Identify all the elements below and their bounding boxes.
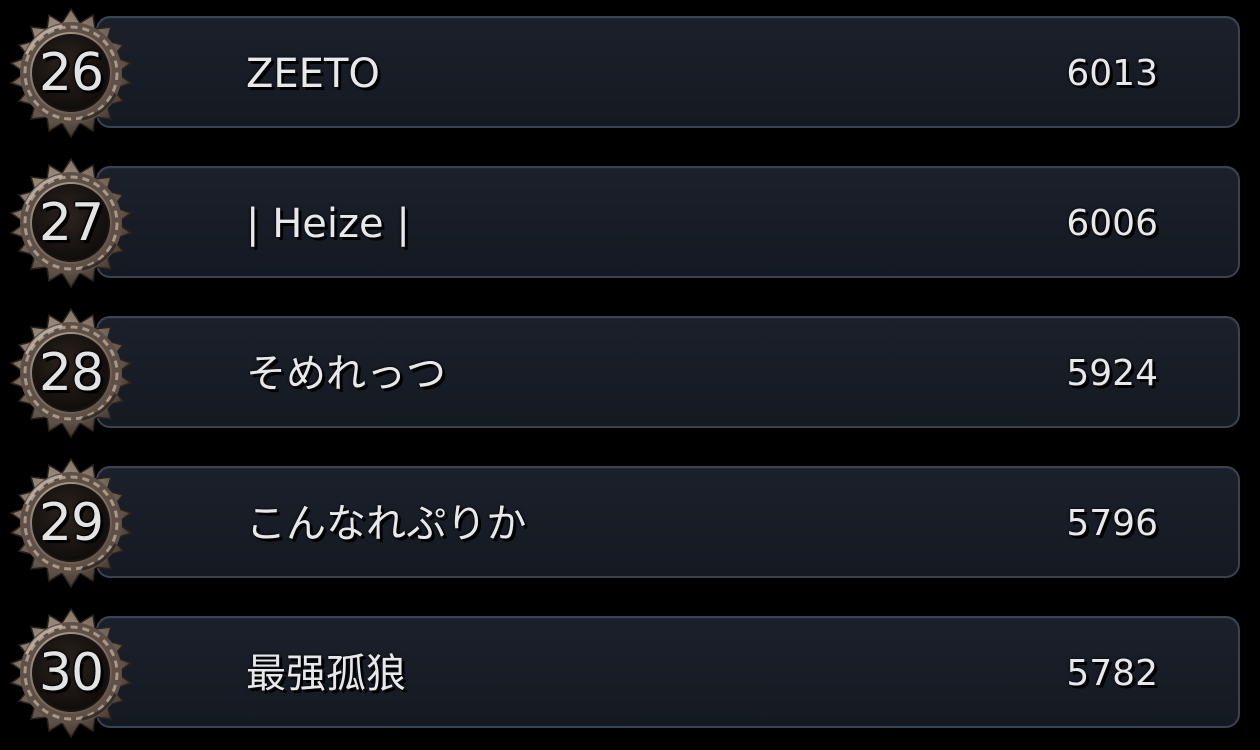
ranking-row-30[interactable]: 30 最强孤狼 5782 [0,600,1260,750]
player-name: | Heize | [246,201,410,247]
player-name: こんなれぷりか [246,501,527,547]
ranking-list: 26 ZEETO 6013 27 | Heize | 6006 28 そめれっつ… [0,0,1260,750]
ranking-row-27[interactable]: 27 | Heize | 6006 [0,150,1260,300]
ranking-row-28[interactable]: 28 そめれっつ 5924 [0,300,1260,450]
ranking-row-29[interactable]: 29 こんなれぷりか 5796 [0,450,1260,600]
rank-number: 26 [38,43,104,103]
rank-number: 28 [38,343,104,403]
rank-number: 30 [38,643,104,703]
player-score: 6013 [1066,53,1158,94]
player-score: 5924 [1066,353,1158,394]
rank-number: 29 [38,493,104,553]
player-score: 5796 [1066,503,1158,544]
rank-badge: 27 [4,156,138,290]
ranking-row-26[interactable]: 26 ZEETO 6013 [0,0,1260,150]
rank-badge: 30 [4,606,138,740]
rank-number: 27 [38,193,104,253]
rank-badge: 29 [4,456,138,590]
rank-badge: 26 [4,6,138,140]
player-name: そめれっつ [246,351,446,397]
player-score: 6006 [1066,203,1158,244]
player-score: 5782 [1066,653,1158,694]
player-name: ZEETO [246,51,380,97]
rank-badge: 28 [4,306,138,440]
player-name: 最强孤狼 [246,651,406,697]
